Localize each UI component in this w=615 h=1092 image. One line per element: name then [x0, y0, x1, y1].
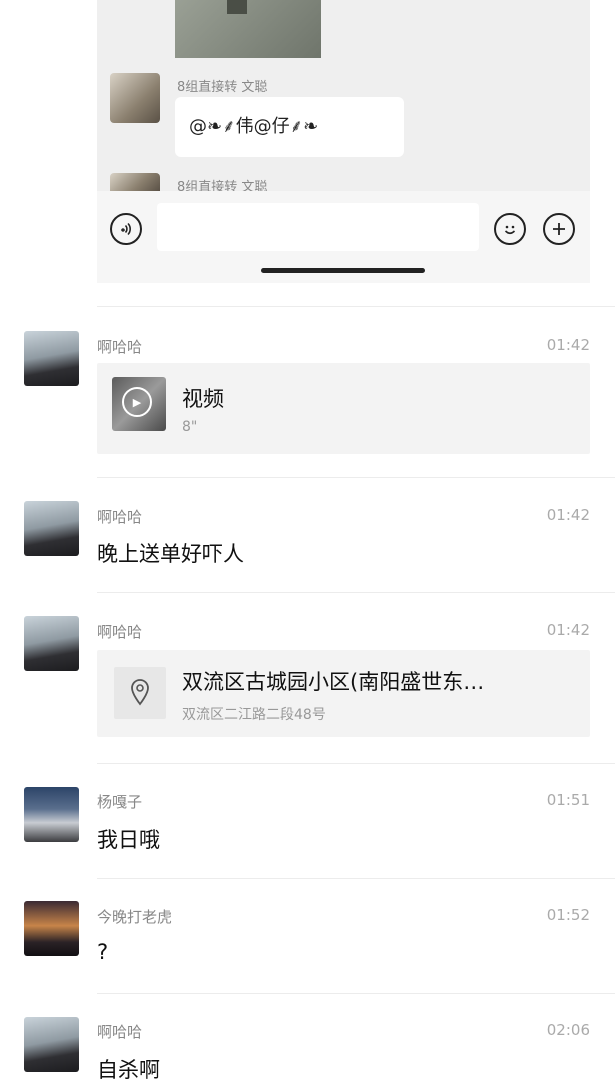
- location-pin-icon: [131, 679, 149, 706]
- video-card[interactable]: ▶ 视频 8": [97, 363, 590, 454]
- sender-name: 杨嘎子: [97, 793, 143, 811]
- message-text: 晚上送单好吓人: [97, 542, 244, 566]
- avatar: [110, 173, 160, 191]
- divider: [97, 878, 615, 879]
- home-indicator: [261, 268, 425, 273]
- message-text: 我日哦: [97, 828, 160, 852]
- play-icon: ▶: [122, 387, 152, 417]
- timestamp: 01:51: [546, 791, 590, 809]
- message-bubble: @❧⸙伟@仔⸙❧: [175, 97, 404, 157]
- message-text: ?: [97, 940, 109, 964]
- sender-name: 啊哈哈: [97, 338, 143, 356]
- divider: [97, 306, 615, 307]
- emoji-icon[interactable]: [494, 213, 526, 245]
- divider: [97, 477, 615, 478]
- add-icon[interactable]: [543, 213, 575, 245]
- divider: [97, 592, 615, 593]
- divider: [97, 993, 615, 994]
- avatar[interactable]: [24, 787, 79, 842]
- voice-icon[interactable]: [110, 213, 142, 245]
- sender-name: 今晚打老虎: [97, 908, 173, 926]
- timestamp: 01:42: [546, 506, 590, 524]
- video-title: 视频: [182, 387, 224, 411]
- message-text: 自杀啊: [97, 1058, 160, 1082]
- chat-input-bar: [97, 191, 590, 283]
- sender-name: 8组直接转 文聪: [177, 80, 268, 95]
- avatar[interactable]: [24, 501, 79, 556]
- divider: [97, 763, 615, 764]
- avatar[interactable]: [24, 1017, 79, 1072]
- location-address: 双流区二江路二段48号: [182, 707, 326, 723]
- sender-name: 啊哈哈: [97, 508, 143, 526]
- timestamp: 02:06: [546, 1021, 590, 1039]
- sender-name: 啊哈哈: [97, 623, 143, 641]
- avatar[interactable]: [24, 901, 79, 956]
- avatar[interactable]: [24, 616, 79, 671]
- video-duration: 8": [182, 419, 198, 435]
- location-card[interactable]: 双流区古城园小区(南阳盛世东… 双流区二江路二段48号: [97, 650, 590, 737]
- timestamp: 01:42: [546, 621, 590, 639]
- sender-name: 啊哈哈: [97, 1023, 143, 1041]
- video-thumbnail: ▶: [112, 377, 166, 431]
- avatar: [110, 73, 160, 123]
- embedded-chat-screenshot: 8组直接转 文聪 @❧⸙伟@仔⸙❧ 8组直接转 文聪: [97, 0, 590, 283]
- location-name: 双流区古城园小区(南阳盛世东…: [182, 670, 485, 694]
- location-thumbnail: [114, 667, 166, 719]
- avatar[interactable]: [24, 331, 79, 386]
- embedded-image-message: [175, 0, 321, 58]
- timestamp: 01:52: [546, 906, 590, 924]
- timestamp: 01:42: [546, 336, 590, 354]
- message-input[interactable]: [157, 203, 479, 251]
